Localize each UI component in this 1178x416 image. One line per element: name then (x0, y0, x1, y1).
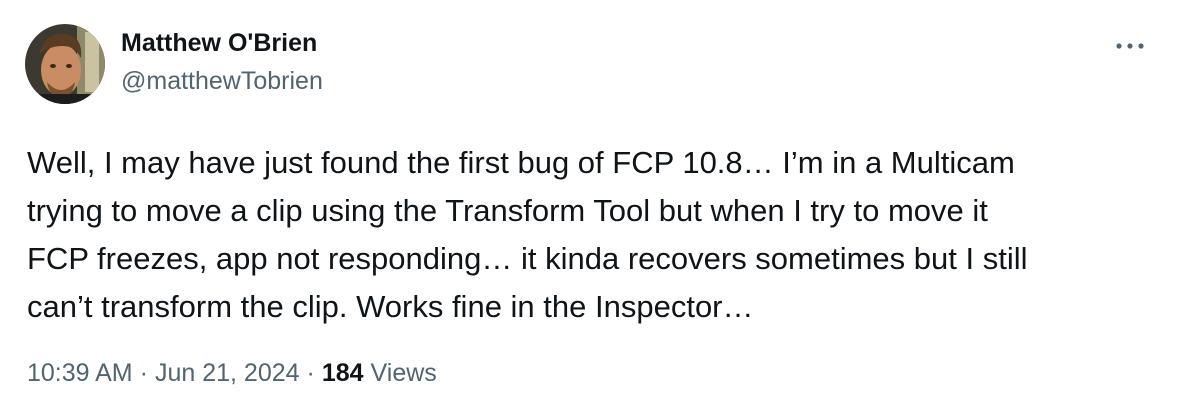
author-handle[interactable]: @matthewTobrien (121, 67, 323, 96)
tweet-card: Matthew O'Brien @matthewTobrien Well, I … (0, 0, 1178, 416)
views-count: 184 (321, 359, 364, 387)
tweet-time: 10:39 AM (27, 359, 133, 387)
tweet-text: Well, I may have just found the first bu… (27, 139, 1157, 331)
meta-separator: · (306, 359, 315, 387)
avatar[interactable] (25, 24, 105, 104)
views-label: Views (370, 359, 437, 387)
tweet-text-line: can’t transform the clip. Works fine in … (27, 289, 754, 324)
tweet-text-line: Well, I may have just found the first bu… (27, 145, 1015, 180)
tweet-text-line: FCP freezes, app not responding… it kind… (27, 241, 1028, 276)
meta-separator: · (139, 359, 148, 387)
tweet-text-line: trying to move a clip using the Transfor… (27, 193, 988, 228)
more-horizontal-icon (1116, 43, 1144, 49)
tweet-meta: 10:39 AM · Jun 21, 2024 · 184 Views (27, 359, 437, 388)
author-display-name[interactable]: Matthew O'Brien (121, 29, 317, 58)
more-options-button[interactable] (1108, 28, 1152, 64)
tweet-date: Jun 21, 2024 (154, 359, 300, 387)
tweet-timestamp-link[interactable]: 10:39 AM · Jun 21, 2024 (27, 359, 300, 387)
avatar-photo-icon (25, 24, 105, 104)
